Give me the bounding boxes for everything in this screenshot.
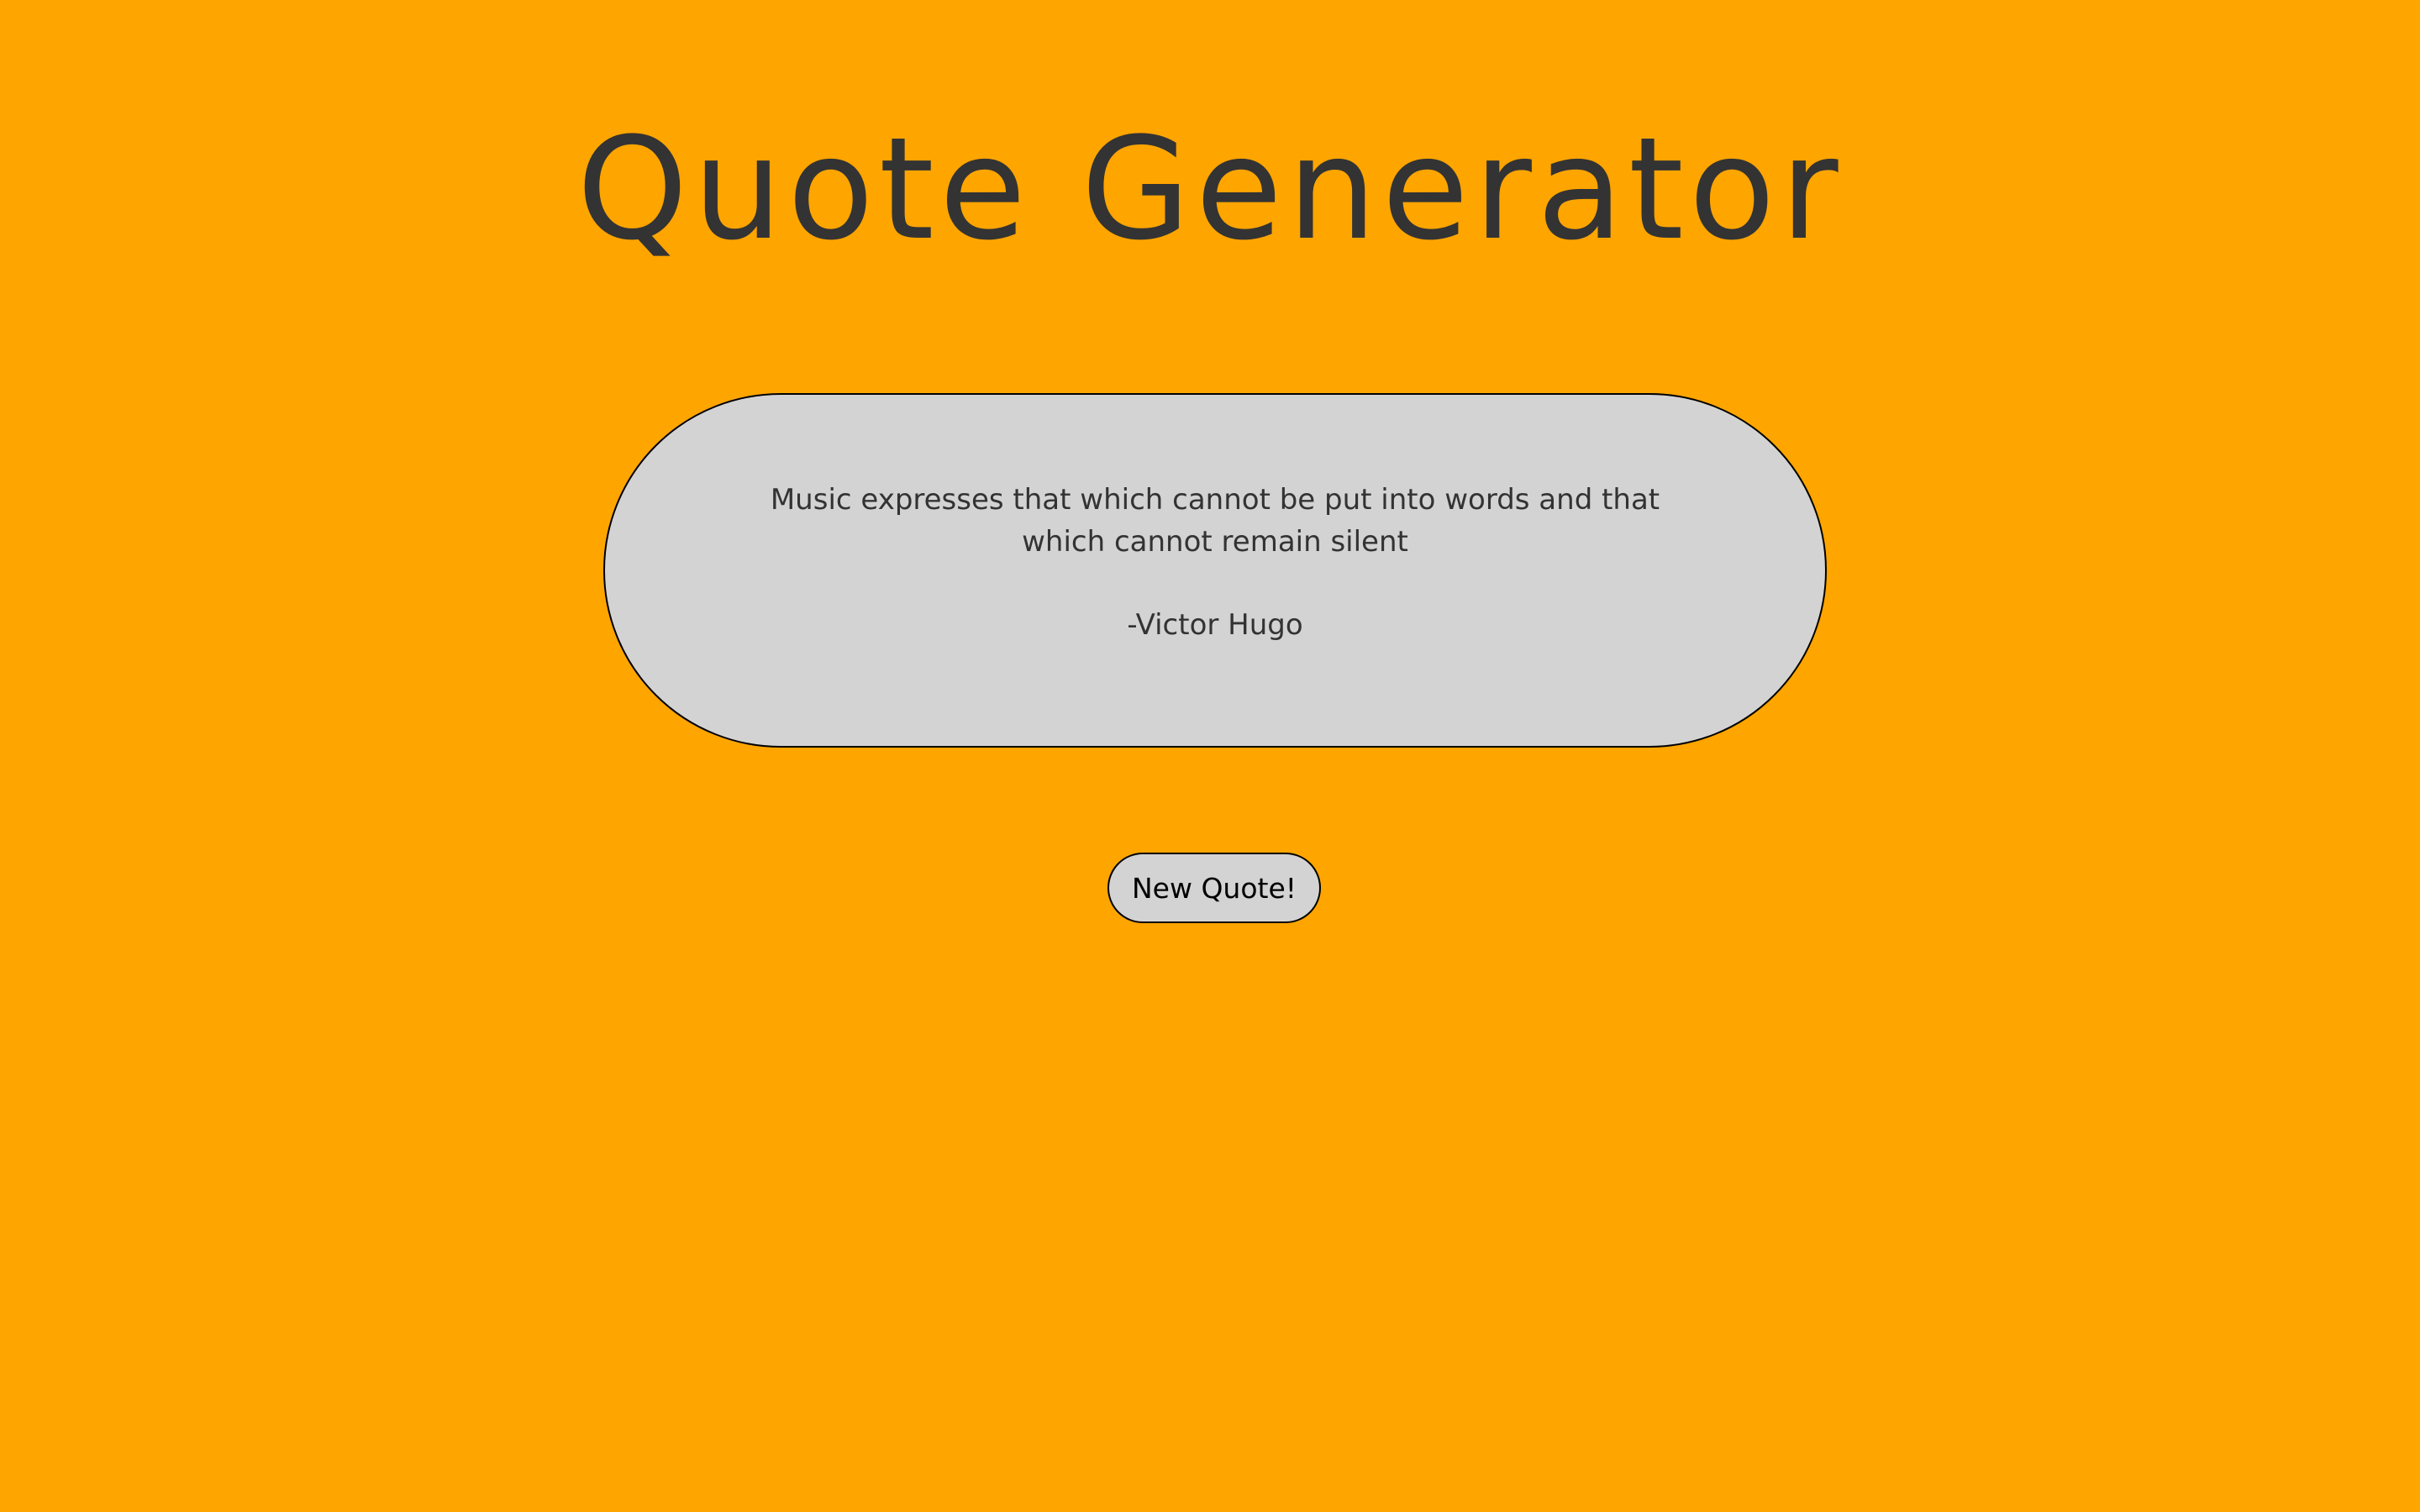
quote-author: -Victor Hugo	[1127, 608, 1303, 642]
new-quote-button[interactable]: New Quote!	[1107, 853, 1321, 923]
quote-card: Music expresses that which cannot be put…	[603, 393, 1827, 748]
quote-text: Music expresses that which cannot be put…	[770, 483, 1660, 559]
page-title: Quote Generator	[576, 107, 1844, 271]
